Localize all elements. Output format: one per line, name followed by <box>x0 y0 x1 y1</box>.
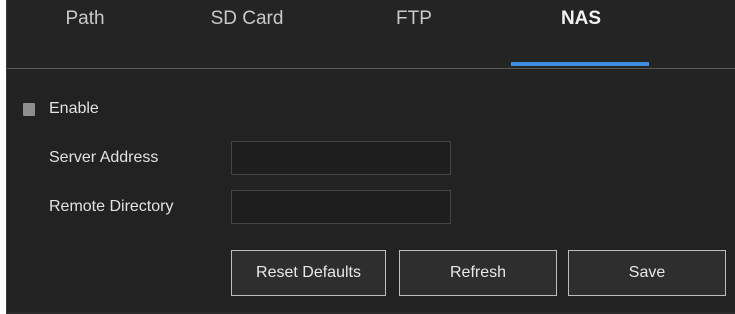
active-tab-indicator <box>511 62 649 66</box>
remote-directory-label: Remote Directory <box>49 198 174 215</box>
save-button[interactable]: Save <box>568 250 726 296</box>
tab-sd-card[interactable]: SD Card <box>197 8 297 68</box>
nas-settings-panel: Path SD Card FTP NAS Enable Server Addre… <box>6 0 735 314</box>
tab-nas[interactable]: NAS <box>555 8 607 68</box>
nas-form: Enable Server Address Remote Directory R… <box>7 69 735 312</box>
refresh-button[interactable]: Refresh <box>399 250 557 296</box>
reset-defaults-button[interactable]: Reset Defaults <box>231 250 386 296</box>
remote-directory-input[interactable] <box>231 190 451 224</box>
server-address-label: Server Address <box>49 149 159 166</box>
enable-label: Enable <box>49 100 99 117</box>
tab-bar: Path SD Card FTP NAS <box>7 0 735 68</box>
tab-path[interactable]: Path <box>55 8 115 68</box>
tab-ftp[interactable]: FTP <box>387 8 441 68</box>
server-address-input[interactable] <box>231 141 451 175</box>
enable-checkbox[interactable] <box>23 103 35 116</box>
